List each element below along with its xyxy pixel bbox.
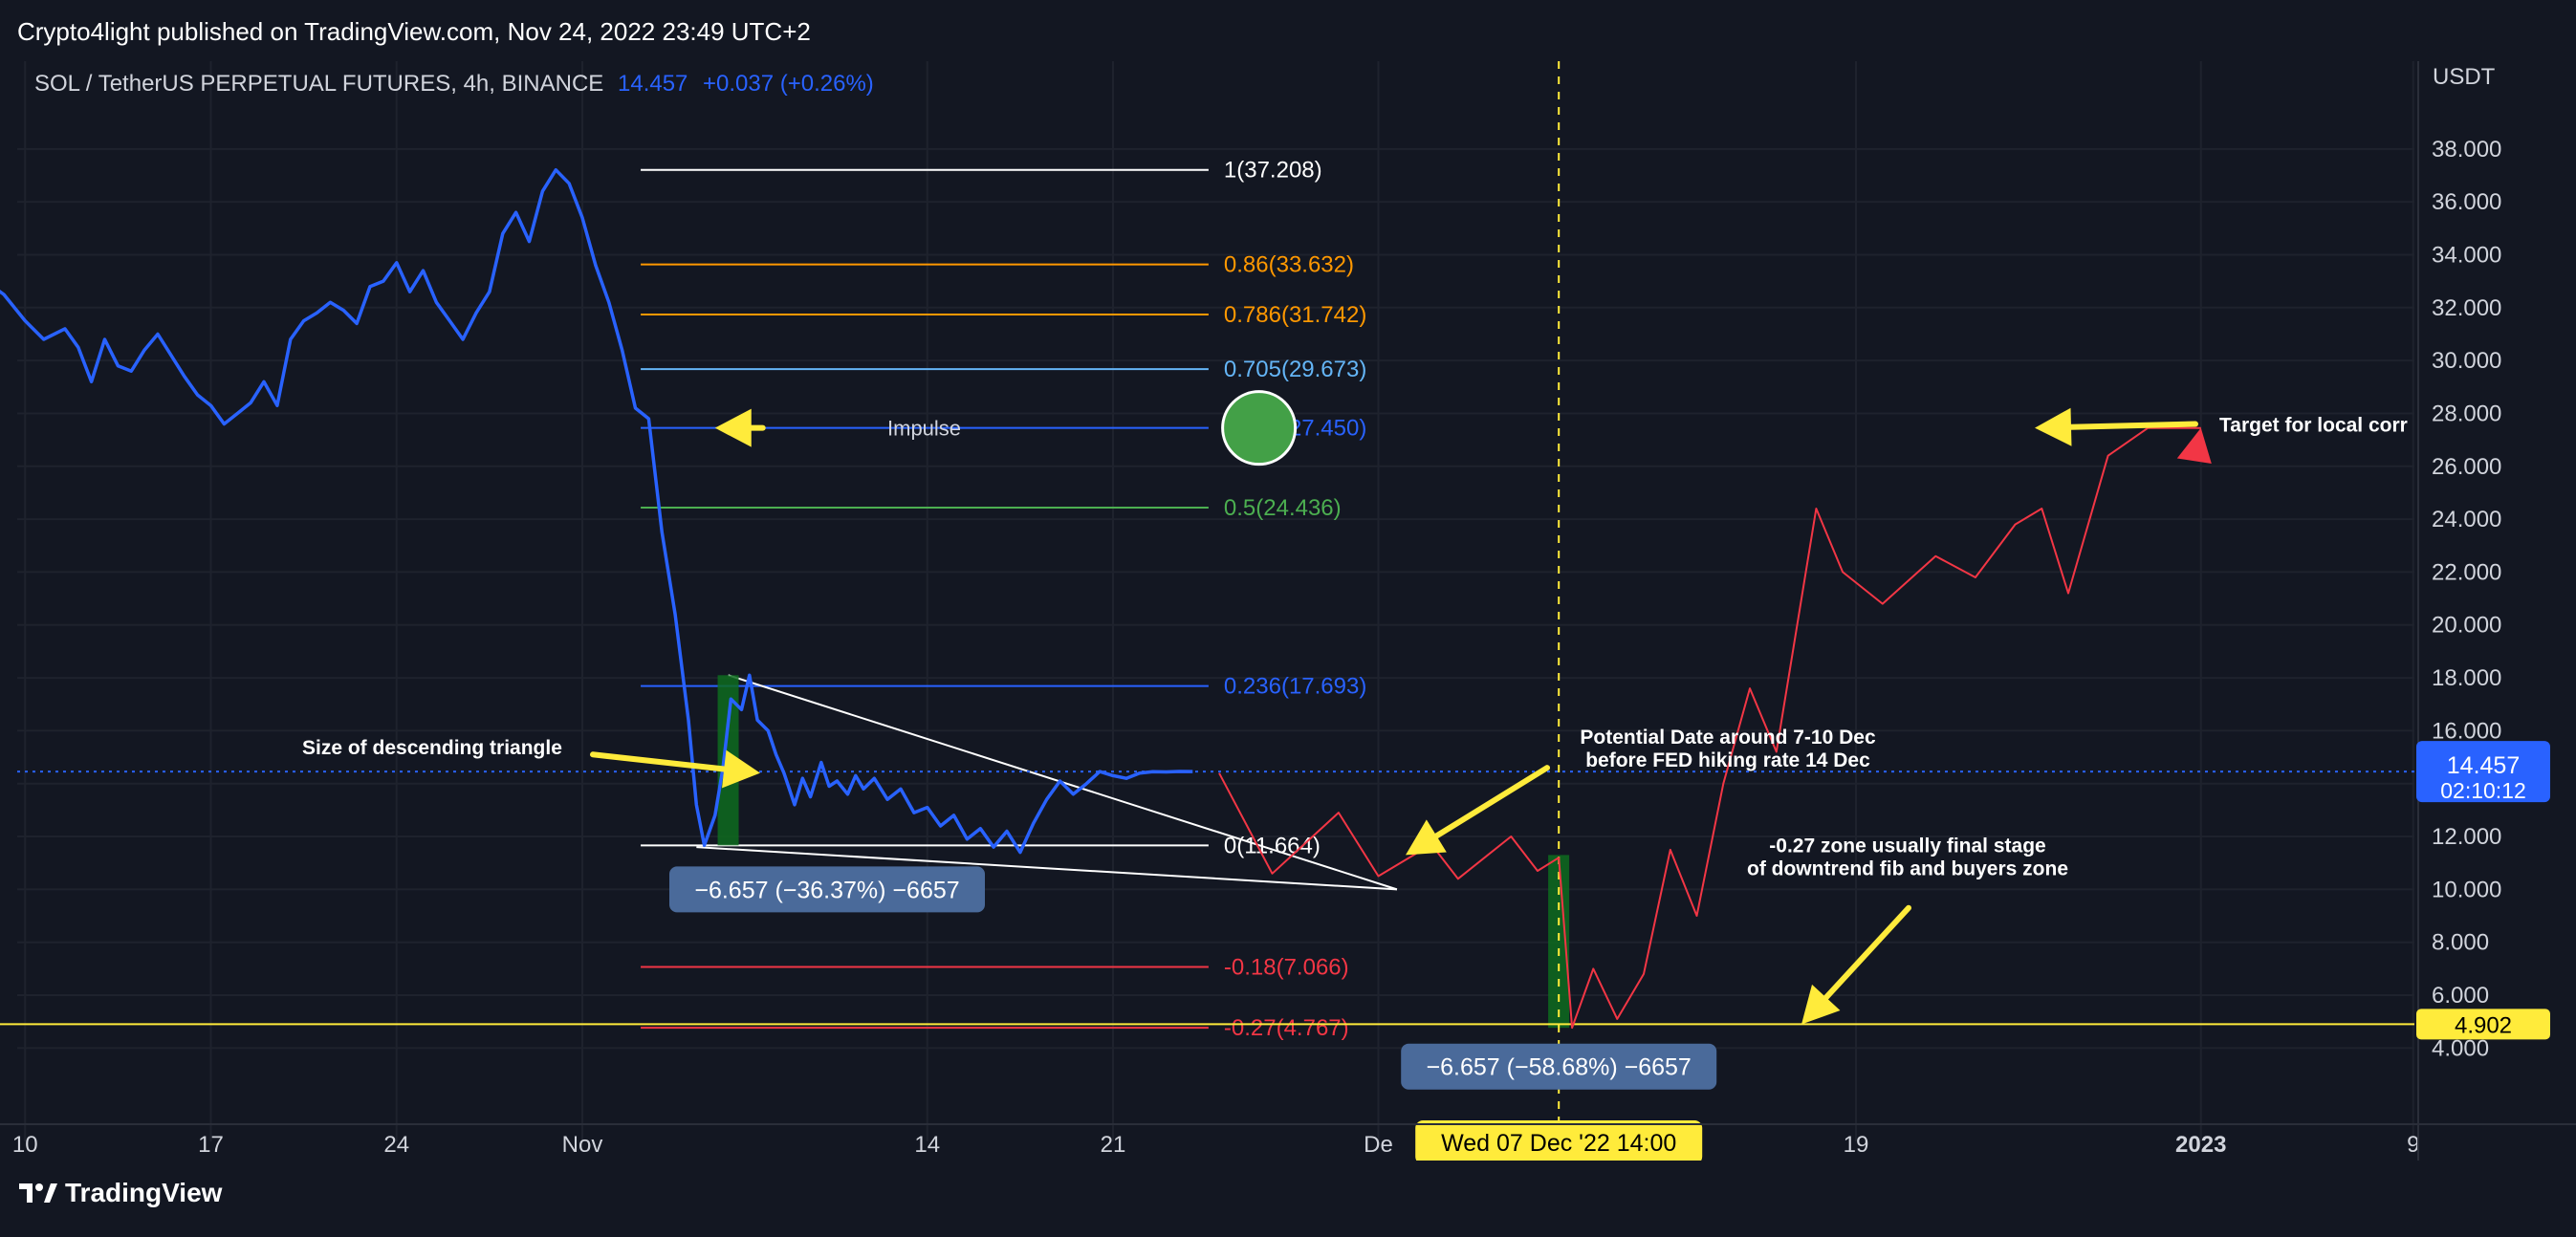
y-tick-label: 36.000 [2432, 189, 2501, 215]
x-tick-label: 2023 [2175, 1132, 2226, 1158]
x-tick-label: 14 [914, 1132, 940, 1158]
fib-level-label: 1(37.208) [1224, 158, 1322, 184]
y-tick-label: 34.000 [2432, 242, 2501, 268]
x-tick-label: 10 [12, 1132, 38, 1158]
price-chart[interactable]: 1(37.208) 0.86(33.632) 0.786(31.742) 0.705(… [0, 61, 2576, 1164]
target-circle [1221, 390, 1298, 467]
y-tick-label: 28.000 [2432, 401, 2501, 426]
y-tick-label: 8.000 [2432, 930, 2489, 956]
fib-level-label: 0.705(29.673) [1224, 357, 1366, 382]
y-tick-label: 24.000 [2432, 507, 2501, 532]
triangle-size-label: Size of descending triangle [302, 737, 562, 759]
fib-level-label: 0(11.664) [1224, 833, 1321, 858]
impulse-label: Impulse [887, 417, 961, 441]
fib-level-label: 0.236(17.693) [1224, 674, 1366, 700]
fib-level-label: -0.18(7.066) [1224, 955, 1349, 981]
final-zone-label-2: of downtrend fib and buyers zone [1747, 858, 2068, 880]
tradingview-logo-icon [19, 1183, 57, 1203]
x-tick-label: 24 [383, 1132, 409, 1158]
potential-date-label-1: Potential Date around 7-10 Dec [1580, 727, 1876, 749]
y-tick-label: 18.000 [2432, 665, 2501, 691]
fib-level-label: 0.5(24.436) [1224, 495, 1342, 521]
current-price-tag-value: 14.457 [2447, 752, 2520, 779]
y-tick-label: 32.000 [2432, 295, 2501, 321]
crosshair-time-label: Wed 07 Dec '22 14:00 [1415, 1120, 1703, 1164]
tradingview-logo[interactable]: TradingView [19, 1178, 222, 1208]
x-tick-label: 19 [1844, 1132, 1869, 1158]
fib-level-label: 0.786(31.742) [1224, 302, 1366, 328]
target-arrow-shaft [2067, 421, 2198, 430]
final-zone-label-1: -0.27 zone usually final stage [1769, 836, 2045, 857]
x-tick-label: De [1364, 1132, 1393, 1158]
chart-area[interactable]: 1(37.208) 0.86(33.632) 0.786(31.742) 0.705(… [0, 61, 2576, 1164]
y-tick-label: 16.000 [2432, 718, 2501, 744]
measure-label-left: −6.657 (−36.37%) −6657 [669, 866, 985, 913]
crosshair-time-label-text: Wed 07 Dec '22 14:00 [1441, 1130, 1676, 1157]
publisher-caption: Crypto4light published on TradingView.co… [17, 17, 811, 46]
symbol-title: SOL / TetherUS PERPETUAL FUTURES, 4h, BI… [34, 71, 603, 97]
x-tick-label: 21 [1101, 1132, 1126, 1158]
fib-level-label: -0.27(4.767) [1224, 1015, 1349, 1041]
last-price: 14.457 [618, 71, 688, 97]
footer: TradingView [0, 1161, 2576, 1237]
publish-banner: Crypto4light published on TradingView.co… [0, 0, 2576, 61]
y-tick-label: 30.000 [2432, 348, 2501, 374]
currency-label: USDT [2433, 64, 2496, 90]
y-tick-label: 20.000 [2432, 613, 2501, 639]
y-tick-label: 38.000 [2432, 137, 2501, 163]
price-change: +0.037 (+0.26%) [703, 71, 874, 97]
current-price-tag-countdown: 02:10:12 [2440, 778, 2526, 803]
tradingview-brand: TradingView [65, 1178, 223, 1207]
horizontal-line-tag-value: 4.902 [2455, 1012, 2512, 1038]
y-tick-label: 10.000 [2432, 877, 2501, 902]
x-tick-label: Nov [562, 1132, 603, 1158]
target-label: Target for local corr [2219, 415, 2408, 437]
measure-label-right-text: −6.657 (−58.68%) −6657 [1427, 1054, 1692, 1081]
y-tick-label: 22.000 [2432, 559, 2501, 585]
x-tick-label: 17 [198, 1132, 224, 1158]
potential-date-label-2: before FED hiking rate 14 Dec [1585, 749, 1870, 771]
current-price-tag: 14.45702:10:12 [2416, 741, 2550, 803]
measure-label-left-text: −6.657 (−36.37%) −6657 [694, 877, 959, 903]
y-tick-label: 6.000 [2432, 983, 2489, 1009]
y-tick-label: 26.000 [2432, 454, 2501, 480]
horizontal-line-tag: 4.902 [2416, 1009, 2550, 1040]
fib-level-label: 0.86(33.632) [1224, 252, 1354, 278]
y-tick-label: 4.000 [2432, 1035, 2489, 1061]
y-tick-label: 12.000 [2432, 824, 2501, 850]
measure-label-right: −6.657 (−58.68%) −6657 [1401, 1043, 1717, 1090]
